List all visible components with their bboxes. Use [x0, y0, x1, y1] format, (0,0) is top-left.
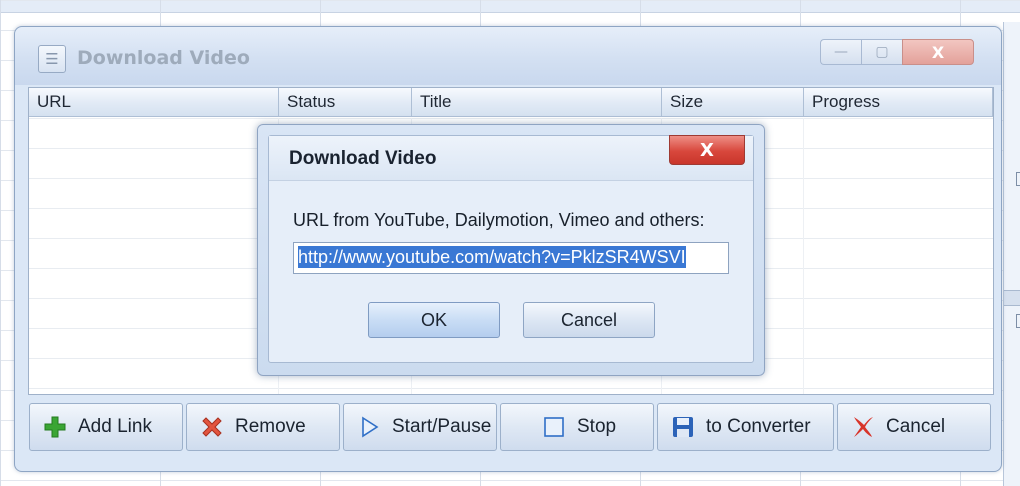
stop-label: Stop	[577, 416, 617, 437]
minimize-button[interactable]: —	[820, 39, 861, 65]
url-prompt-label: URL from YouTube, Dailymotion, Vimeo and…	[293, 210, 705, 230]
to-converter-button[interactable]: to Converter	[657, 403, 834, 451]
window-menu-icon[interactable]: ☰	[38, 45, 66, 73]
stop-button[interactable]: Stop	[500, 403, 654, 451]
background-panel-divider	[1004, 290, 1020, 306]
cancel-label: Cancel	[886, 416, 946, 437]
column-header-url[interactable]: URL	[29, 88, 279, 117]
toolbar: Add Link Remove Start/Pause Stop to Conv…	[29, 403, 991, 453]
maximize-button[interactable]: ▢	[861, 39, 902, 65]
play-triangle-icon	[356, 414, 382, 440]
to-converter-label: to Converter	[706, 416, 811, 437]
x-cross-icon	[199, 414, 225, 440]
url-dialog: Download Video X URL from YouTube, Daily…	[257, 124, 765, 376]
x-cross-icon	[850, 414, 876, 440]
dialog-cancel-button[interactable]: Cancel	[523, 302, 655, 338]
dialog-close-button[interactable]: X	[669, 135, 745, 165]
cancel-downloads-button[interactable]: Cancel	[837, 403, 991, 451]
floppy-disk-icon	[670, 414, 696, 440]
dialog-titlebar[interactable]: Download Video X	[269, 135, 753, 181]
stop-square-icon	[541, 414, 567, 440]
window-titlebar[interactable]: ☰ Download Video — ▢ X	[15, 27, 1001, 85]
url-input-value[interactable]: http://www.youtube.com/watch?v=PklzSR4WS…	[298, 246, 686, 268]
window-controls: — ▢ X	[820, 39, 974, 65]
column-header-status[interactable]: Status	[279, 88, 412, 117]
list-header: URL Status Title Size Progress	[29, 88, 993, 118]
start-pause-label: Start/Pause	[392, 416, 492, 437]
add-link-button[interactable]: Add Link	[29, 403, 183, 451]
maximize-icon: ▢	[875, 44, 889, 60]
background-panel-bracket	[1016, 172, 1020, 186]
close-icon: X	[931, 42, 945, 62]
dialog-cancel-label: Cancel	[560, 309, 618, 330]
background-panel-bracket	[1016, 314, 1020, 328]
add-link-label: Add Link	[78, 416, 152, 437]
remove-label: Remove	[235, 416, 306, 437]
minimize-icon: —	[834, 44, 848, 60]
column-divider	[803, 118, 804, 394]
dialog-title: Download Video	[289, 148, 437, 169]
column-header-size[interactable]: Size	[662, 88, 804, 117]
remove-button[interactable]: Remove	[186, 403, 340, 451]
column-header-progress[interactable]: Progress	[804, 88, 993, 117]
url-input[interactable]: http://www.youtube.com/watch?v=PklzSR4WS…	[293, 242, 729, 274]
background-side-panel	[1003, 22, 1020, 486]
plus-icon	[42, 414, 68, 440]
close-icon: X	[700, 139, 714, 161]
ok-label: OK	[420, 309, 447, 330]
dialog-body: Download Video X URL from YouTube, Daily…	[268, 135, 754, 363]
ok-button[interactable]: OK	[368, 302, 500, 338]
column-header-title[interactable]: Title	[412, 88, 662, 117]
window-title: Download Video	[77, 47, 250, 69]
window-close-button[interactable]: X	[902, 39, 974, 65]
start-pause-button[interactable]: Start/Pause	[343, 403, 497, 451]
